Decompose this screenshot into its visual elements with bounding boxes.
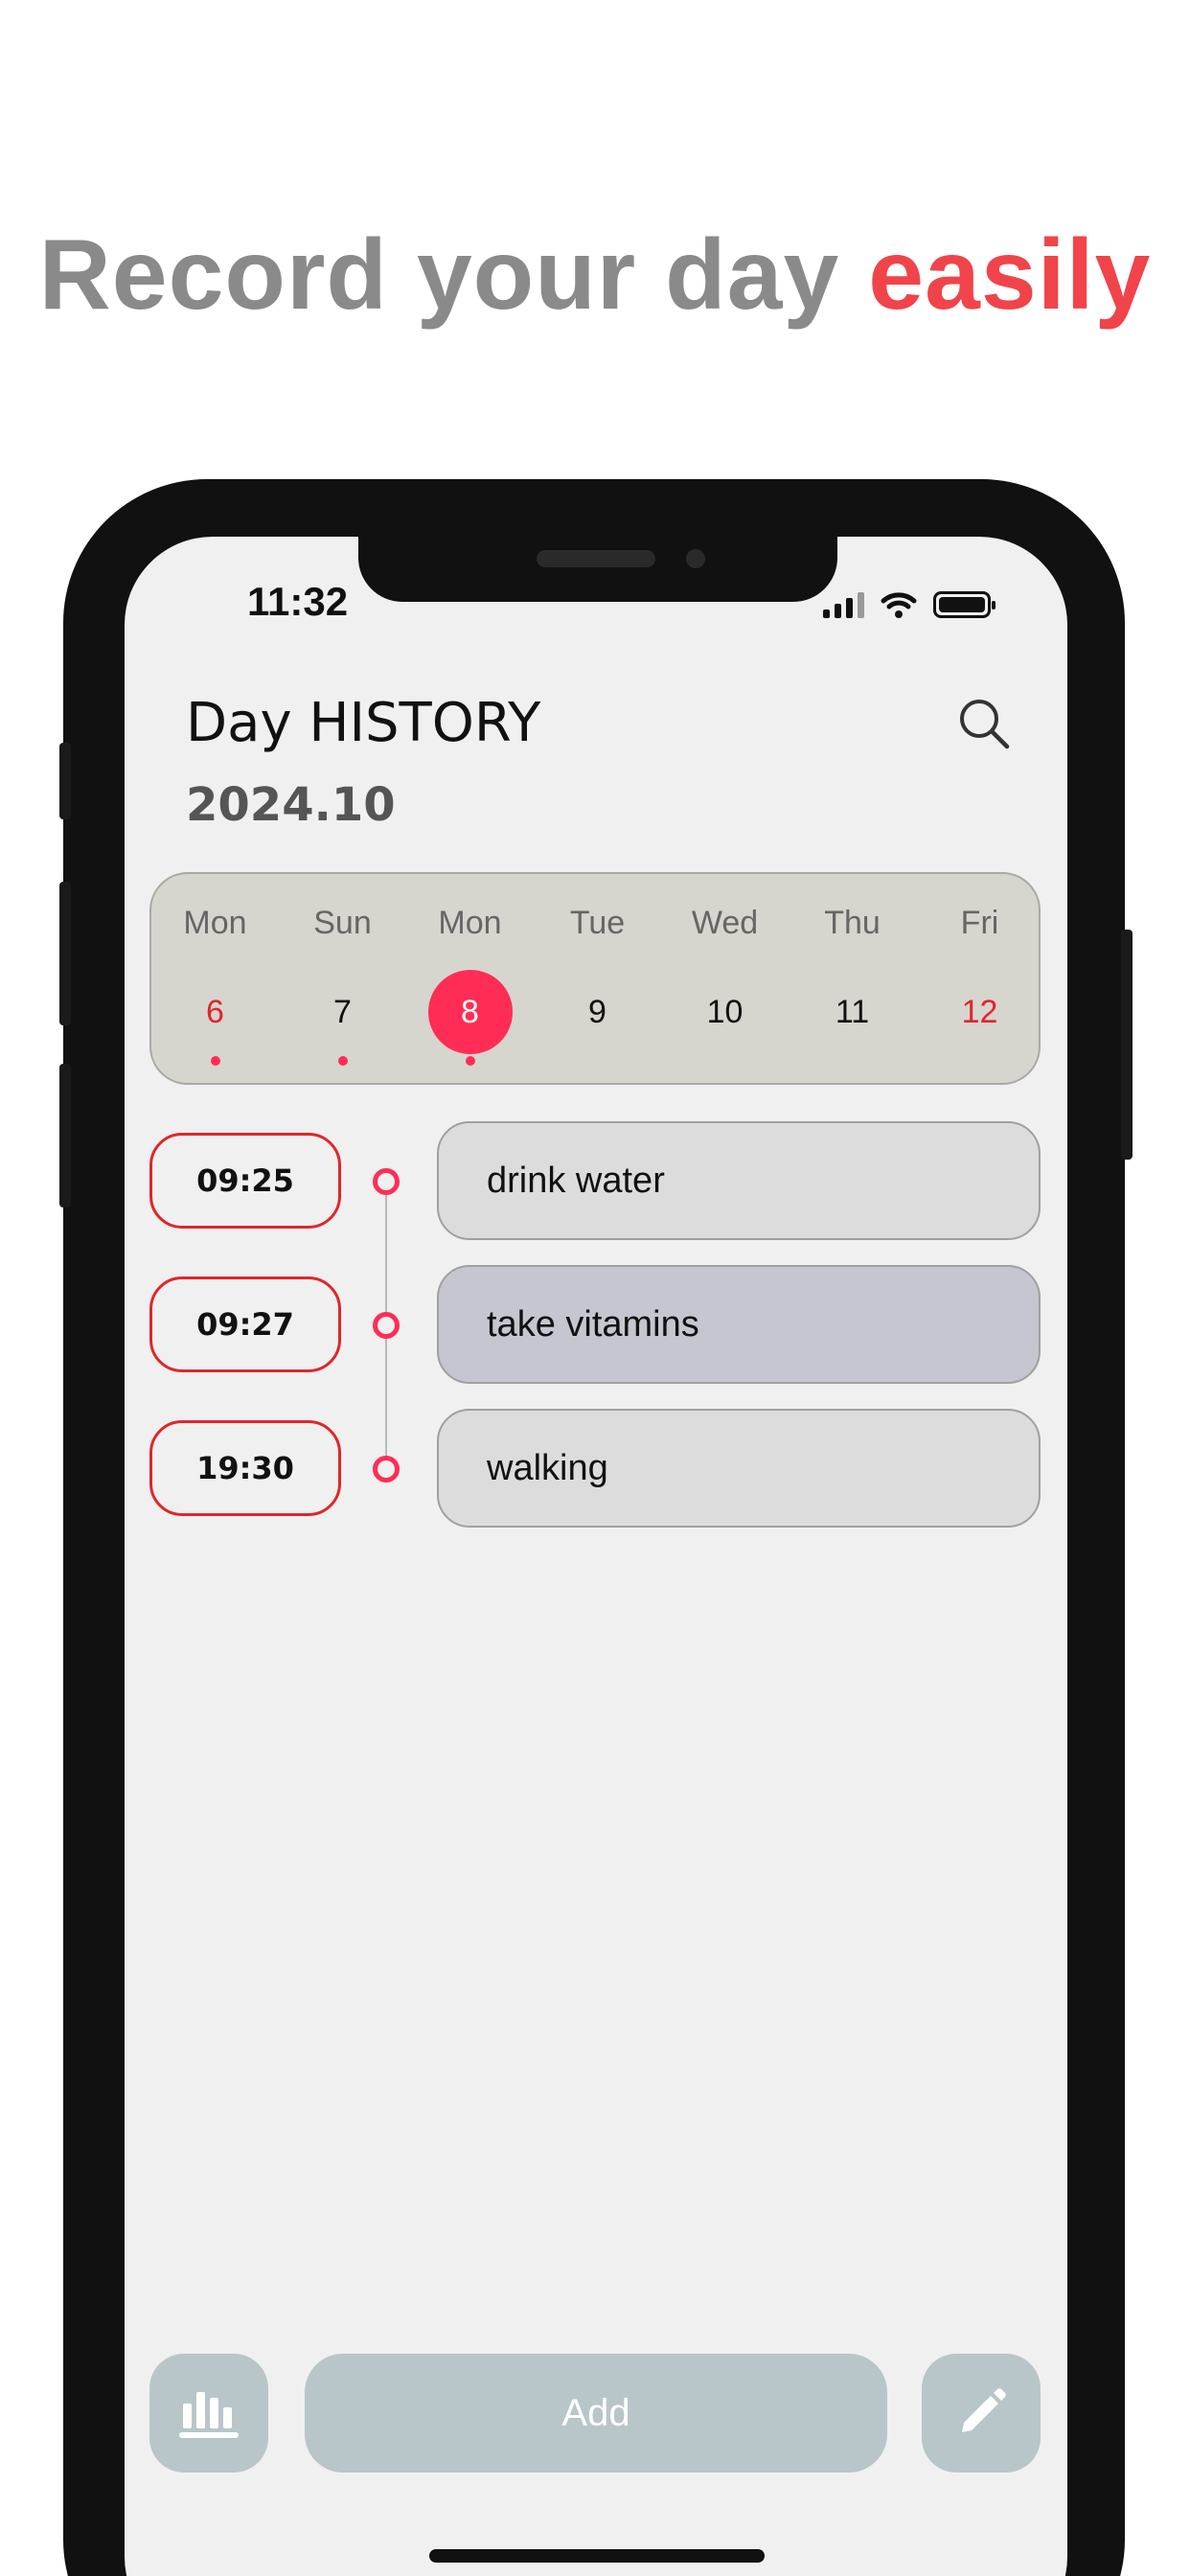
event-row: 19:30 walking: [125, 1409, 1067, 1528]
day-name: Tue: [569, 905, 626, 941]
event-card[interactable]: drink water: [437, 1121, 1041, 1240]
notch: [358, 537, 837, 602]
day-number: 10: [706, 994, 744, 1030]
camera: [686, 549, 705, 568]
wifi-icon: [881, 592, 917, 618]
month-label: 2024.10: [186, 778, 396, 832]
search-button[interactable]: [950, 690, 1018, 757]
edit-button[interactable]: [922, 2354, 1041, 2472]
headline-text: Record your day: [38, 219, 840, 331]
day-2[interactable]: Mon 8: [406, 874, 534, 1087]
week-strip: Mon 6 Sun 7 Mon 8 Tue 9 Wed 10 Thu 11 Fri 12: [149, 872, 1041, 1085]
pencil-icon: [962, 2388, 1006, 2432]
day-number: 8: [427, 970, 513, 1054]
has-record-dot: [337, 1056, 348, 1066]
day-name: Thu: [824, 905, 881, 941]
event-card[interactable]: take vitamins: [437, 1265, 1041, 1384]
event-time[interactable]: 09:25: [149, 1133, 341, 1229]
day-3[interactable]: Tue 9: [534, 874, 661, 1087]
battery-icon: [933, 591, 995, 618]
day-number: 12: [961, 994, 998, 1030]
mute-switch: [59, 743, 71, 819]
day-number: 7: [333, 994, 352, 1030]
day-name: Fri: [960, 905, 999, 941]
event-card[interactable]: walking: [437, 1409, 1041, 1528]
day-0[interactable]: Mon 6: [151, 874, 279, 1087]
headline-highlight: easily: [868, 219, 1152, 331]
timeline-dot: [373, 1168, 400, 1195]
day-name: Sun: [313, 905, 372, 941]
day-name: Wed: [691, 905, 759, 941]
speaker: [537, 550, 655, 567]
day-1[interactable]: Sun 7: [279, 874, 406, 1087]
has-record-dot: [210, 1056, 220, 1066]
event-time[interactable]: 09:27: [149, 1276, 341, 1372]
app-title: Day HISTORY: [186, 692, 541, 754]
timeline-dot: [373, 1312, 400, 1339]
volume-up-button: [59, 882, 71, 1025]
app-screen: 11:32 Day HISTORY 2024.10 Mon 6 Sun 7 Mon 8 Tu…: [125, 537, 1067, 2576]
status-icons: [823, 590, 995, 619]
add-button[interactable]: Add: [305, 2354, 887, 2472]
event-row: 09:25 drink water: [125, 1121, 1067, 1240]
search-icon: [960, 700, 1010, 749]
day-name: Mon: [183, 905, 247, 941]
status-time: 11:32: [247, 579, 349, 624]
event-time[interactable]: 19:30: [149, 1420, 341, 1516]
bar-chart-icon: [179, 2392, 239, 2438]
cellular-signal-icon: [823, 591, 864, 618]
day-number: 6: [206, 994, 224, 1030]
has-record-dot: [465, 1056, 475, 1066]
day-6[interactable]: Fri 12: [916, 874, 1043, 1087]
day-name: Mon: [438, 905, 502, 941]
day-number: 11: [835, 994, 870, 1030]
power-button: [1121, 930, 1133, 1160]
day-number: 9: [588, 994, 606, 1030]
volume-down-button: [59, 1064, 71, 1208]
promo-headline: Record your day easily: [0, 218, 1190, 333]
day-5[interactable]: Thu 11: [789, 874, 916, 1087]
event-row: 09:27 take vitamins: [125, 1265, 1067, 1384]
timeline-dot: [373, 1456, 400, 1483]
day-4[interactable]: Wed 10: [661, 874, 789, 1087]
home-indicator: [429, 2549, 765, 2563]
bottom-bar: Add: [125, 2354, 1067, 2472]
stats-button[interactable]: [149, 2354, 268, 2472]
